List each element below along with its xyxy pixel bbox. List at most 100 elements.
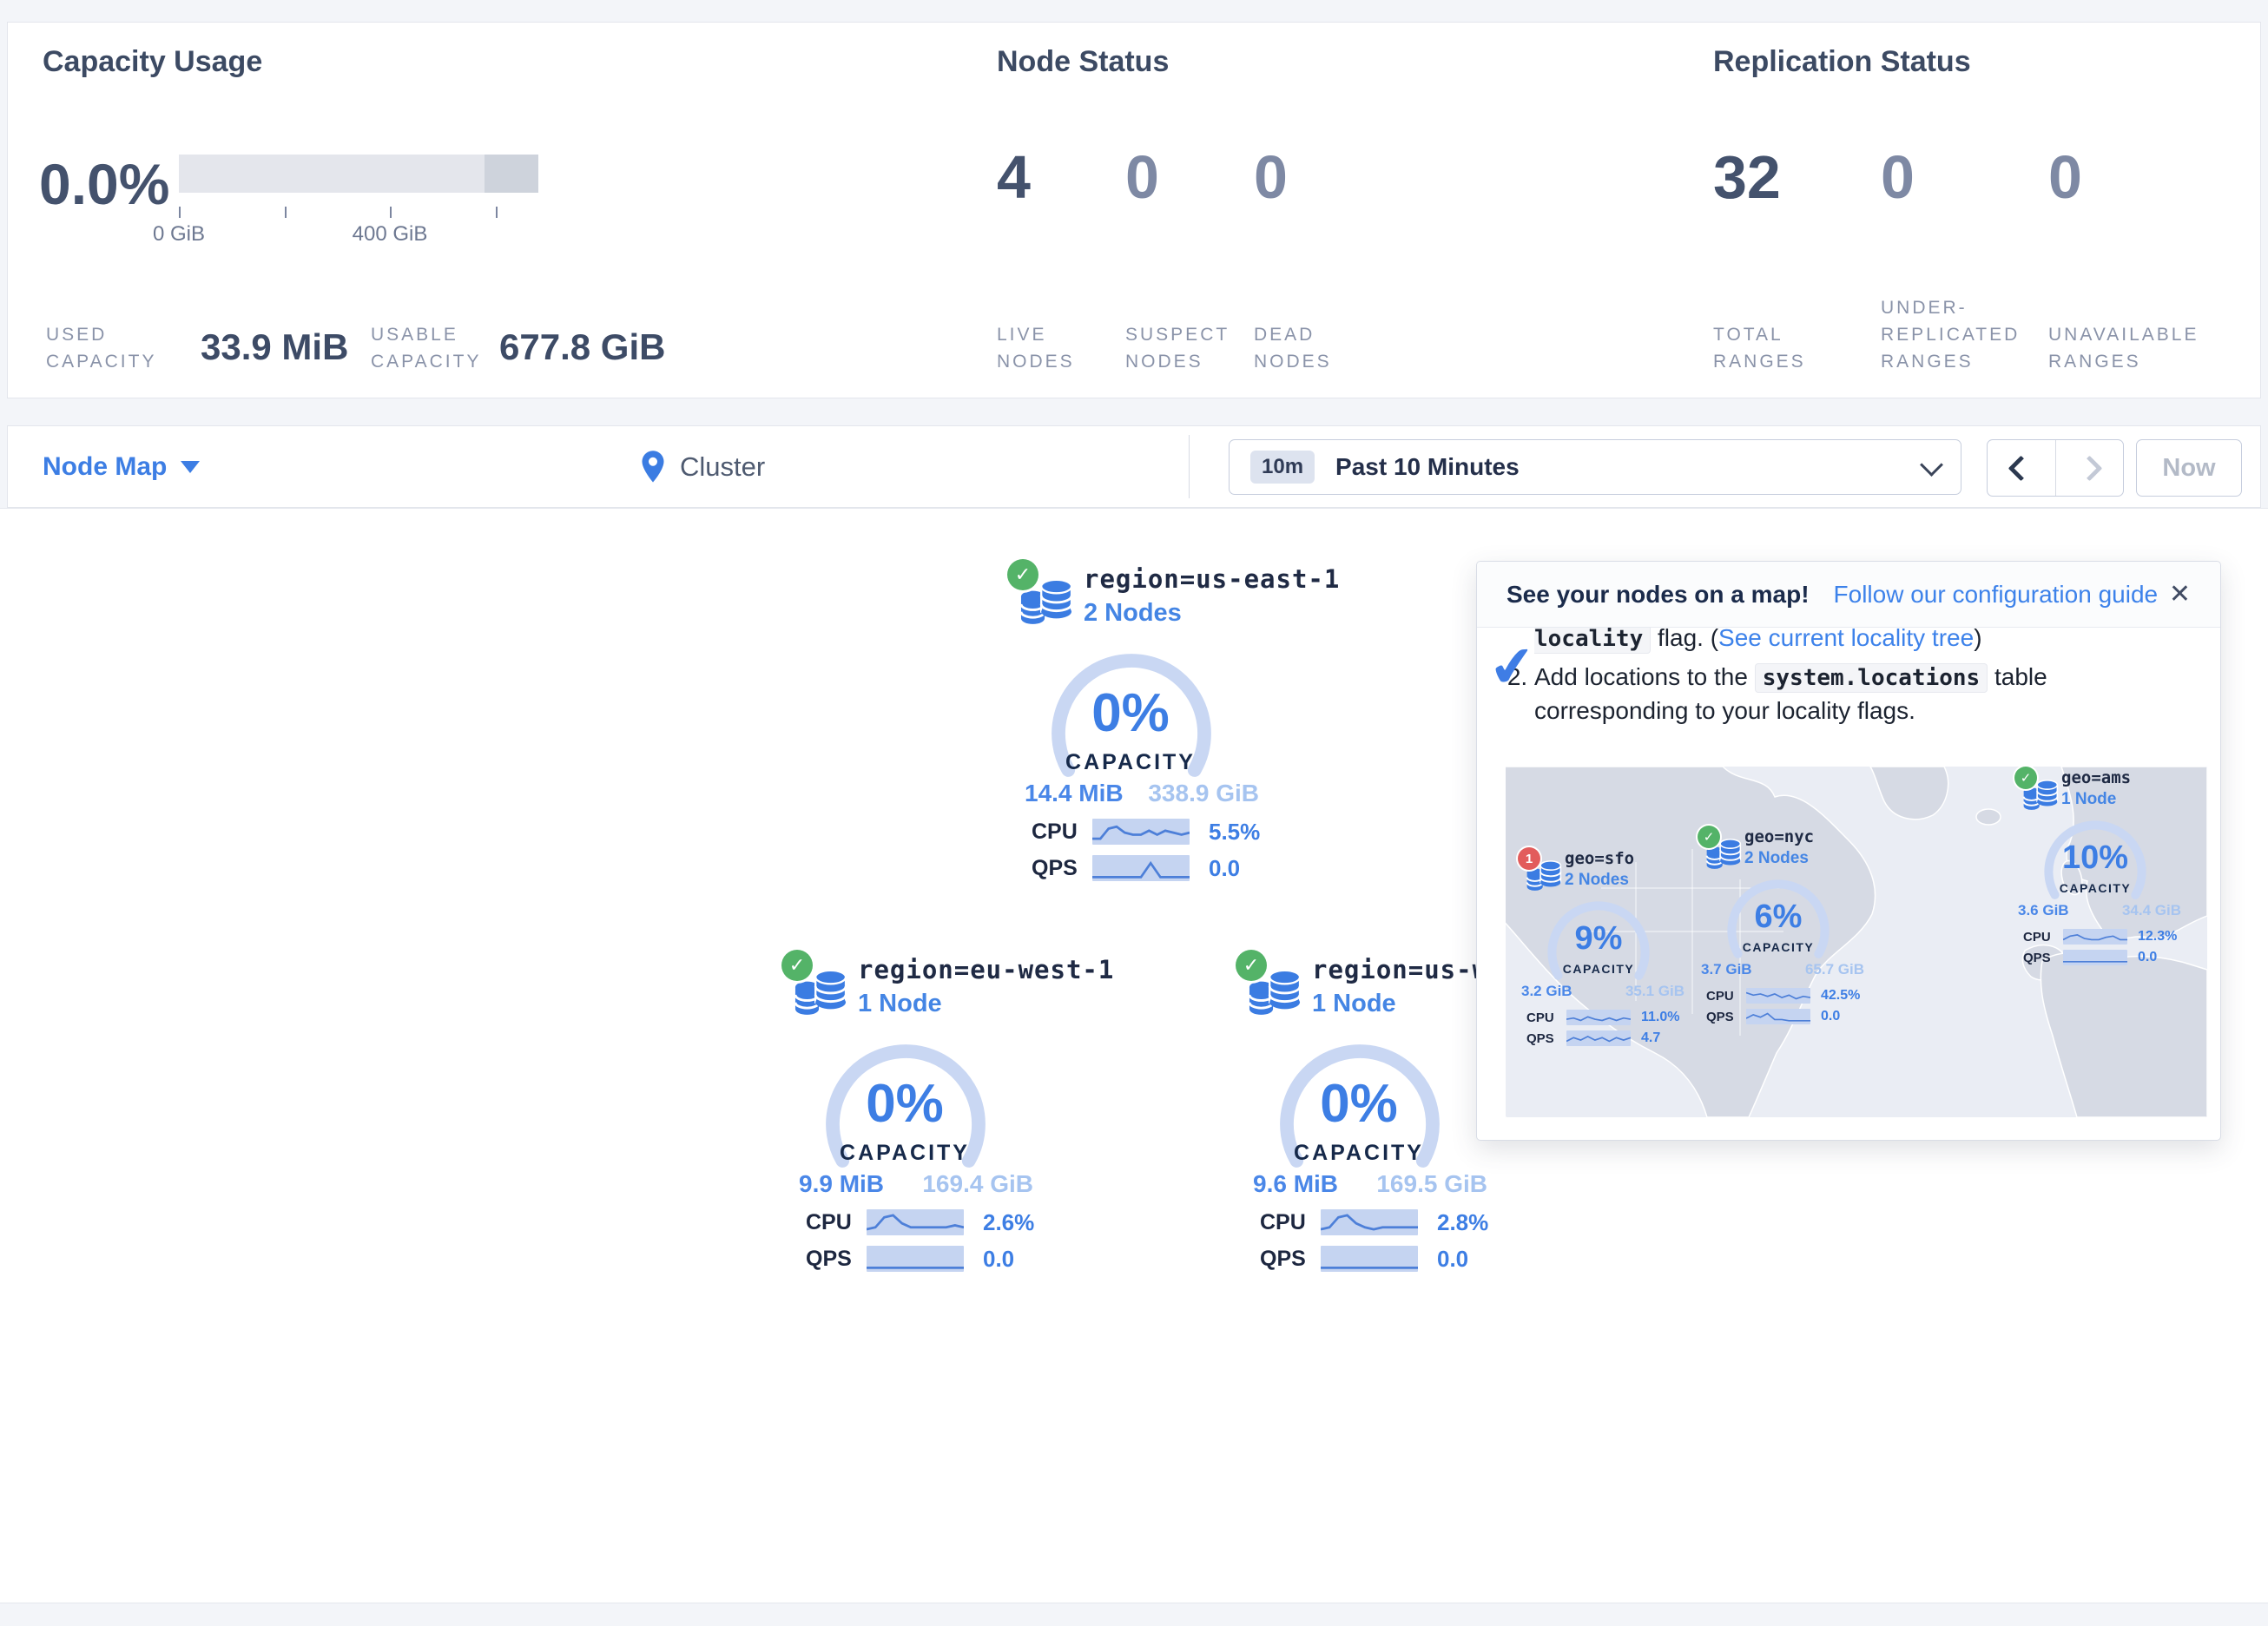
qps-label: QPS xyxy=(1260,1247,1315,1272)
capacity-values: 9.6 MiB 169.5 GiB xyxy=(1253,1170,1487,1198)
cpu-sparkline xyxy=(1746,988,1810,1004)
capacity-caption: CAPACITY xyxy=(1516,962,1681,976)
usable-capacity-value: 677.8 GiB xyxy=(499,326,665,368)
node-map-canvas: ✓ region=us-east-1 2 Nodes xyxy=(0,508,2268,1603)
qps-row: QPS 0.0 xyxy=(1260,1245,1489,1273)
example-world-map: 1 geo=sfo 2 Nodes 9% CAPACITY 3.2 GiB 35… xyxy=(1506,767,2207,1117)
healthy-status-icon: ✓ xyxy=(1007,559,1038,590)
qps-sparkline xyxy=(867,1246,964,1272)
next-range-button[interactable] xyxy=(2055,440,2124,496)
qps-value: 0.0 xyxy=(2138,950,2157,965)
greenland-landmass xyxy=(1870,767,1948,820)
total-value: 65.7 GiB xyxy=(1805,961,1864,978)
cpu-value: 2.6% xyxy=(983,1209,1034,1236)
qps-row: QPS 0.0 xyxy=(2023,949,2178,966)
axis-tick xyxy=(390,207,392,218)
cpu-label: CPU xyxy=(1032,820,1087,845)
qps-row: QPS 0.0 xyxy=(1706,1008,1861,1025)
axis-tick xyxy=(179,207,181,218)
nodes-count-link[interactable]: 2 Nodes xyxy=(1744,849,1814,868)
cpu-label: CPU xyxy=(2023,930,2060,945)
view-dropdown[interactable]: Node Map xyxy=(43,426,200,507)
used-value: 9.9 MiB xyxy=(799,1170,884,1198)
region-node-us-west-1[interactable]: ✓ region=us-west-1 1 Node xyxy=(1229,951,1489,1290)
locality-tree-link[interactable]: See current locality tree xyxy=(1718,624,1974,651)
live-nodes-count: 4 xyxy=(997,142,1031,212)
cpu-sparkline xyxy=(1092,819,1190,845)
locality-label: region=eu-west-1 xyxy=(858,955,1114,984)
capacity-usage-title: Capacity Usage xyxy=(43,45,262,79)
now-button[interactable]: Now xyxy=(2136,439,2242,497)
cpu-value: 11.0% xyxy=(1641,1010,1679,1025)
locality-label: region=us-east-1 xyxy=(1084,564,1340,594)
qps-row: QPS 4.7 xyxy=(1526,1030,1681,1047)
nodes-count-link[interactable]: 2 Nodes xyxy=(1084,599,1340,628)
capacity-percent: 10% xyxy=(2013,839,2178,877)
iceland-landmass xyxy=(1976,809,2001,825)
time-range-dropdown[interactable]: 10m Past 10 Minutes xyxy=(1229,439,1961,495)
unavailable-count: 0 xyxy=(2048,142,2082,212)
cpu-row: CPU 2.6% xyxy=(806,1208,1035,1236)
map-node-geo-sfo[interactable]: 1 geo=sfo 2 Nodes 9% CAPACITY 3.2 GiB 35… xyxy=(1516,849,1681,1049)
capacity-percent: 6% xyxy=(1696,899,1861,936)
region-node-eu-west-1[interactable]: ✓ region=eu-west-1 1 Node xyxy=(775,951,1035,1290)
warning-count-badge: 1 xyxy=(1518,847,1540,870)
nodes-count-link[interactable]: 1 Node xyxy=(2061,790,2131,809)
under-replicated-count: 0 xyxy=(1881,142,1915,212)
qps-sparkline xyxy=(1566,1030,1631,1046)
used-value: 3.6 GiB xyxy=(2018,902,2069,919)
map-node-geo-ams[interactable]: ✓ geo=ams 1 Node 10% CAPACITY 3.6 GiB 34… xyxy=(2013,768,2178,968)
map-node-geo-nyc[interactable]: ✓ geo=nyc 2 Nodes 6% CAPACITY 3.7 GiB 65… xyxy=(1696,827,1861,1027)
close-icon[interactable]: ✕ xyxy=(2169,579,2191,609)
used-value: 3.7 GiB xyxy=(1701,961,1752,978)
view-toolbar: Node Map Cluster 10m Past 10 Minutes Now xyxy=(7,425,2261,508)
chevron-down-icon xyxy=(1920,453,1943,477)
breadcrumb-label: Cluster xyxy=(680,451,765,483)
total-value: 338.9 GiB xyxy=(1148,780,1259,807)
breadcrumb[interactable]: Cluster xyxy=(640,426,765,507)
node-map-setup-popup: See your nodes on a map! Follow our conf… xyxy=(1476,561,2221,1141)
qps-label: QPS xyxy=(806,1247,861,1272)
region-node-us-east-1[interactable]: ✓ region=us-east-1 2 Nodes xyxy=(1000,561,1261,899)
caret-down-icon xyxy=(181,461,200,473)
time-range-pager xyxy=(1987,439,2124,497)
axis-tick xyxy=(496,207,498,218)
axis-tick-label-0: 0 GiB xyxy=(118,222,240,247)
capacity-caption: CAPACITY xyxy=(1696,940,1861,954)
total-ranges-label: TOTAL RANGES xyxy=(1713,321,1843,375)
capacity-caption: CAPACITY xyxy=(1229,1141,1489,1166)
qps-label: QPS xyxy=(1706,1010,1743,1024)
axis-tick xyxy=(285,207,287,218)
healthy-status-icon: ✓ xyxy=(1698,826,1720,848)
view-dropdown-label: Node Map xyxy=(43,452,167,482)
capacity-values: 3.7 GiB 65.7 GiB xyxy=(1701,961,1864,978)
qps-row: QPS 0.0 xyxy=(806,1245,1035,1273)
capacity-values: 3.2 GiB 35.1 GiB xyxy=(1521,983,1685,1000)
nodes-count-link[interactable]: 2 Nodes xyxy=(1565,871,1634,890)
toolbar-divider xyxy=(1189,435,1190,498)
cpu-value: 5.5% xyxy=(1209,819,1260,846)
capacity-values: 14.4 MiB 338.9 GiB xyxy=(1025,780,1259,807)
nodes-count-link[interactable]: 1 Node xyxy=(858,990,1114,1018)
qps-label: QPS xyxy=(1526,1031,1563,1046)
capacity-values: 9.9 MiB 169.4 GiB xyxy=(799,1170,1033,1198)
used-value: 9.6 MiB xyxy=(1253,1170,1338,1198)
replication-status-title: Replication Status xyxy=(1713,45,1971,79)
cpu-row: CPU 12.3% xyxy=(2023,928,2178,945)
locality-label: geo=ams xyxy=(2061,768,2131,787)
node-status-title: Node Status xyxy=(997,45,1169,79)
configuration-guide-link[interactable]: Follow our configuration guide xyxy=(1834,581,2159,609)
dead-nodes-count: 0 xyxy=(1254,142,1288,212)
used-capacity-value: 33.9 MiB xyxy=(201,326,348,368)
used-value: 3.2 GiB xyxy=(1521,983,1572,1000)
map-pin-icon xyxy=(640,450,666,484)
popup-title: See your nodes on a map! xyxy=(1507,581,1810,609)
cpu-label: CPU xyxy=(1526,1010,1563,1025)
cpu-sparkline xyxy=(1566,1010,1631,1025)
usable-capacity-label: USABLE CAPACITY xyxy=(371,321,510,375)
prev-range-button[interactable] xyxy=(1988,440,2055,496)
total-value: 34.4 GiB xyxy=(2122,902,2181,919)
time-range-badge: 10m xyxy=(1250,451,1315,484)
capacity-caption: CAPACITY xyxy=(2013,881,2178,895)
cpu-sparkline xyxy=(2063,929,2127,945)
